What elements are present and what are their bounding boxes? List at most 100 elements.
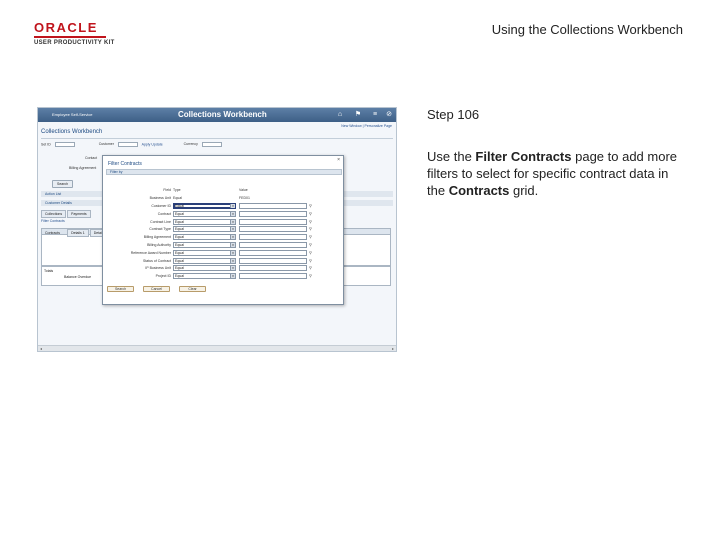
criteria-row-3: Billing Agreement [41, 166, 96, 170]
chevron-down-icon: ▾ [230, 219, 235, 224]
lookup-icon[interactable]: ⚲ [309, 250, 312, 255]
bell-icon[interactable]: ⚑ [354, 111, 362, 119]
lookup-icon[interactable]: ⚲ [309, 219, 312, 224]
home-dropdown[interactable]: Employee Self-Service [52, 112, 92, 117]
filter-value-input[interactable] [239, 226, 307, 233]
chevron-down-icon: ▾ [230, 204, 235, 208]
filter-row: Customer ID Equal ▾ ⚲ [103, 203, 343, 211]
desc-part-1: Use the [427, 149, 476, 164]
lookup-icon[interactable]: ⚲ [309, 203, 312, 208]
filter-operator-select[interactable]: Equal ▾ [173, 210, 236, 217]
step-number: Step 106 [427, 107, 480, 122]
filter-operator-value: Equal [175, 204, 184, 208]
filter-operator-value: Equal [175, 266, 184, 271]
scroll-right-icon[interactable]: ▸ [390, 346, 396, 351]
logo-oracle-text: ORACLE [34, 20, 98, 35]
filter-value-input[interactable] [239, 242, 307, 248]
search-button[interactable]: Search [107, 286, 134, 292]
filter-operator-select[interactable]: Equal ▾ [173, 226, 236, 233]
apply-update-link[interactable]: Apply Update [142, 142, 163, 146]
filter-label: Project ID [155, 274, 171, 279]
filter-label: IP Business Unit [145, 266, 171, 271]
filter-operator-select[interactable]: Equal ▾ [173, 257, 236, 264]
lookup-icon[interactable]: ⚲ [309, 273, 312, 278]
tab-collections[interactable]: Collections [41, 210, 67, 218]
filter-value-input[interactable] [239, 234, 307, 241]
filter-row: Contract Line Equal ▾ ⚲ [103, 218, 343, 227]
modal-title: Filter Contracts [108, 161, 142, 167]
app-title: Collections Workbench [178, 110, 267, 119]
lookup-icon[interactable]: ⚲ [309, 211, 312, 216]
lookup-icon[interactable]: ⚲ [309, 242, 312, 247]
setid-field[interactable] [54, 142, 75, 147]
filter-value-input[interactable] [239, 273, 307, 280]
lookup-icon[interactable]: ⚲ [309, 265, 312, 270]
filter-row: Billing Authority Equal ▾ ⚲ [103, 242, 343, 250]
filter-value-input[interactable] [239, 210, 307, 217]
tab-payments[interactable]: Payments [67, 210, 91, 218]
cancel-button[interactable]: Cancel [143, 286, 170, 292]
chevron-down-icon: ▾ [230, 274, 235, 279]
filter-operator-select[interactable]: Equal ▾ [173, 249, 236, 256]
filter-operator-select[interactable]: Equal ▾ [173, 242, 236, 248]
filter-operator-select[interactable]: Equal ▾ [173, 203, 236, 209]
desc-part-2: Filter Contracts [475, 149, 572, 164]
filter-value-static: FED01 [239, 196, 250, 200]
chevron-down-icon: ▾ [230, 258, 235, 263]
main-tabs: Collections Payments [41, 210, 92, 218]
app-top-bar: Employee Self-Service Collections Workbe… [38, 108, 396, 122]
desc-part-4: Contracts [448, 183, 510, 198]
criteria-row-2: Contact [41, 156, 97, 160]
lookup-icon[interactable]: ⚲ [309, 226, 312, 231]
filter-row-business-unit: Business Unit Equal FED01 [103, 195, 343, 203]
lookup-icon[interactable]: ⚲ [309, 234, 312, 239]
filter-header-row: Field Type Value [103, 187, 343, 195]
filter-operator-value: Equal [175, 227, 184, 232]
logo-rule [34, 36, 106, 38]
scroll-left-icon[interactable]: ◂ [38, 346, 44, 351]
filter-label: Billing Agreement [143, 235, 171, 240]
grid-tab-details-1[interactable]: Details 1 [67, 229, 89, 237]
filter-label: Billing Authority [147, 243, 171, 247]
page-links[interactable]: New Window | Personalize Page [341, 124, 392, 128]
filter-operator-value: Equal [175, 219, 184, 224]
filter-row: Status of Contract Equal ▾ ⚲ [103, 257, 343, 266]
menu-icon[interactable]: ≡ [371, 111, 379, 119]
filter-operator-select[interactable]: Equal ▾ [173, 265, 236, 272]
clear-button[interactable]: Clear [179, 286, 206, 292]
chevron-down-icon: ▾ [230, 235, 235, 240]
filter-operator-value: Equal [175, 274, 184, 279]
slide-title: Using the Collections Workbench [491, 22, 683, 37]
filter-operator-select[interactable]: Equal ▾ [173, 273, 236, 280]
filter-value-input[interactable] [239, 265, 307, 272]
value-header: Value [239, 188, 248, 192]
desc-part-5: grid. [509, 183, 539, 198]
filter-operator-value: Equal [175, 258, 184, 263]
home-icon[interactable]: ⌂ [336, 111, 344, 119]
filter-operator-select[interactable]: Equal ▾ [173, 218, 236, 225]
customer-field[interactable] [117, 142, 138, 147]
filter-label: Contract Line [150, 219, 171, 224]
filter-value-input[interactable] [239, 249, 307, 256]
filter-contracts-link[interactable]: Filter Contracts [41, 219, 65, 223]
filter-value-input[interactable] [239, 203, 307, 209]
filter-label: Business Unit [149, 196, 171, 200]
filter-operator-select[interactable]: Equal ▾ [173, 234, 236, 241]
currency-field[interactable] [201, 142, 222, 147]
filter-value-input[interactable] [239, 257, 307, 264]
close-icon[interactable]: × [337, 157, 340, 163]
filter-row: Billing Agreement Equal ▾ ⚲ [103, 234, 343, 242]
contracts-grid-label: Contracts [45, 231, 60, 235]
filter-label: Status of Contract [142, 258, 171, 263]
logo-upk-text: USER PRODUCTIVITY KIT [34, 40, 115, 46]
filter-by-band: Filter by [106, 169, 342, 175]
search-button-bg[interactable]: Search [52, 180, 74, 188]
page-heading: Collections Workbench [41, 129, 103, 135]
lookup-icon[interactable]: ⚲ [309, 258, 312, 263]
action-icon[interactable]: ⊘ [385, 111, 393, 119]
filter-value-input[interactable] [239, 218, 307, 225]
field-header: Field [163, 188, 171, 192]
horizontal-scrollbar[interactable]: ◂ ▸ [38, 345, 396, 351]
filter-operator-value: Equal [175, 235, 184, 240]
filter-row: Contract Equal ▾ ⚲ [103, 210, 343, 219]
